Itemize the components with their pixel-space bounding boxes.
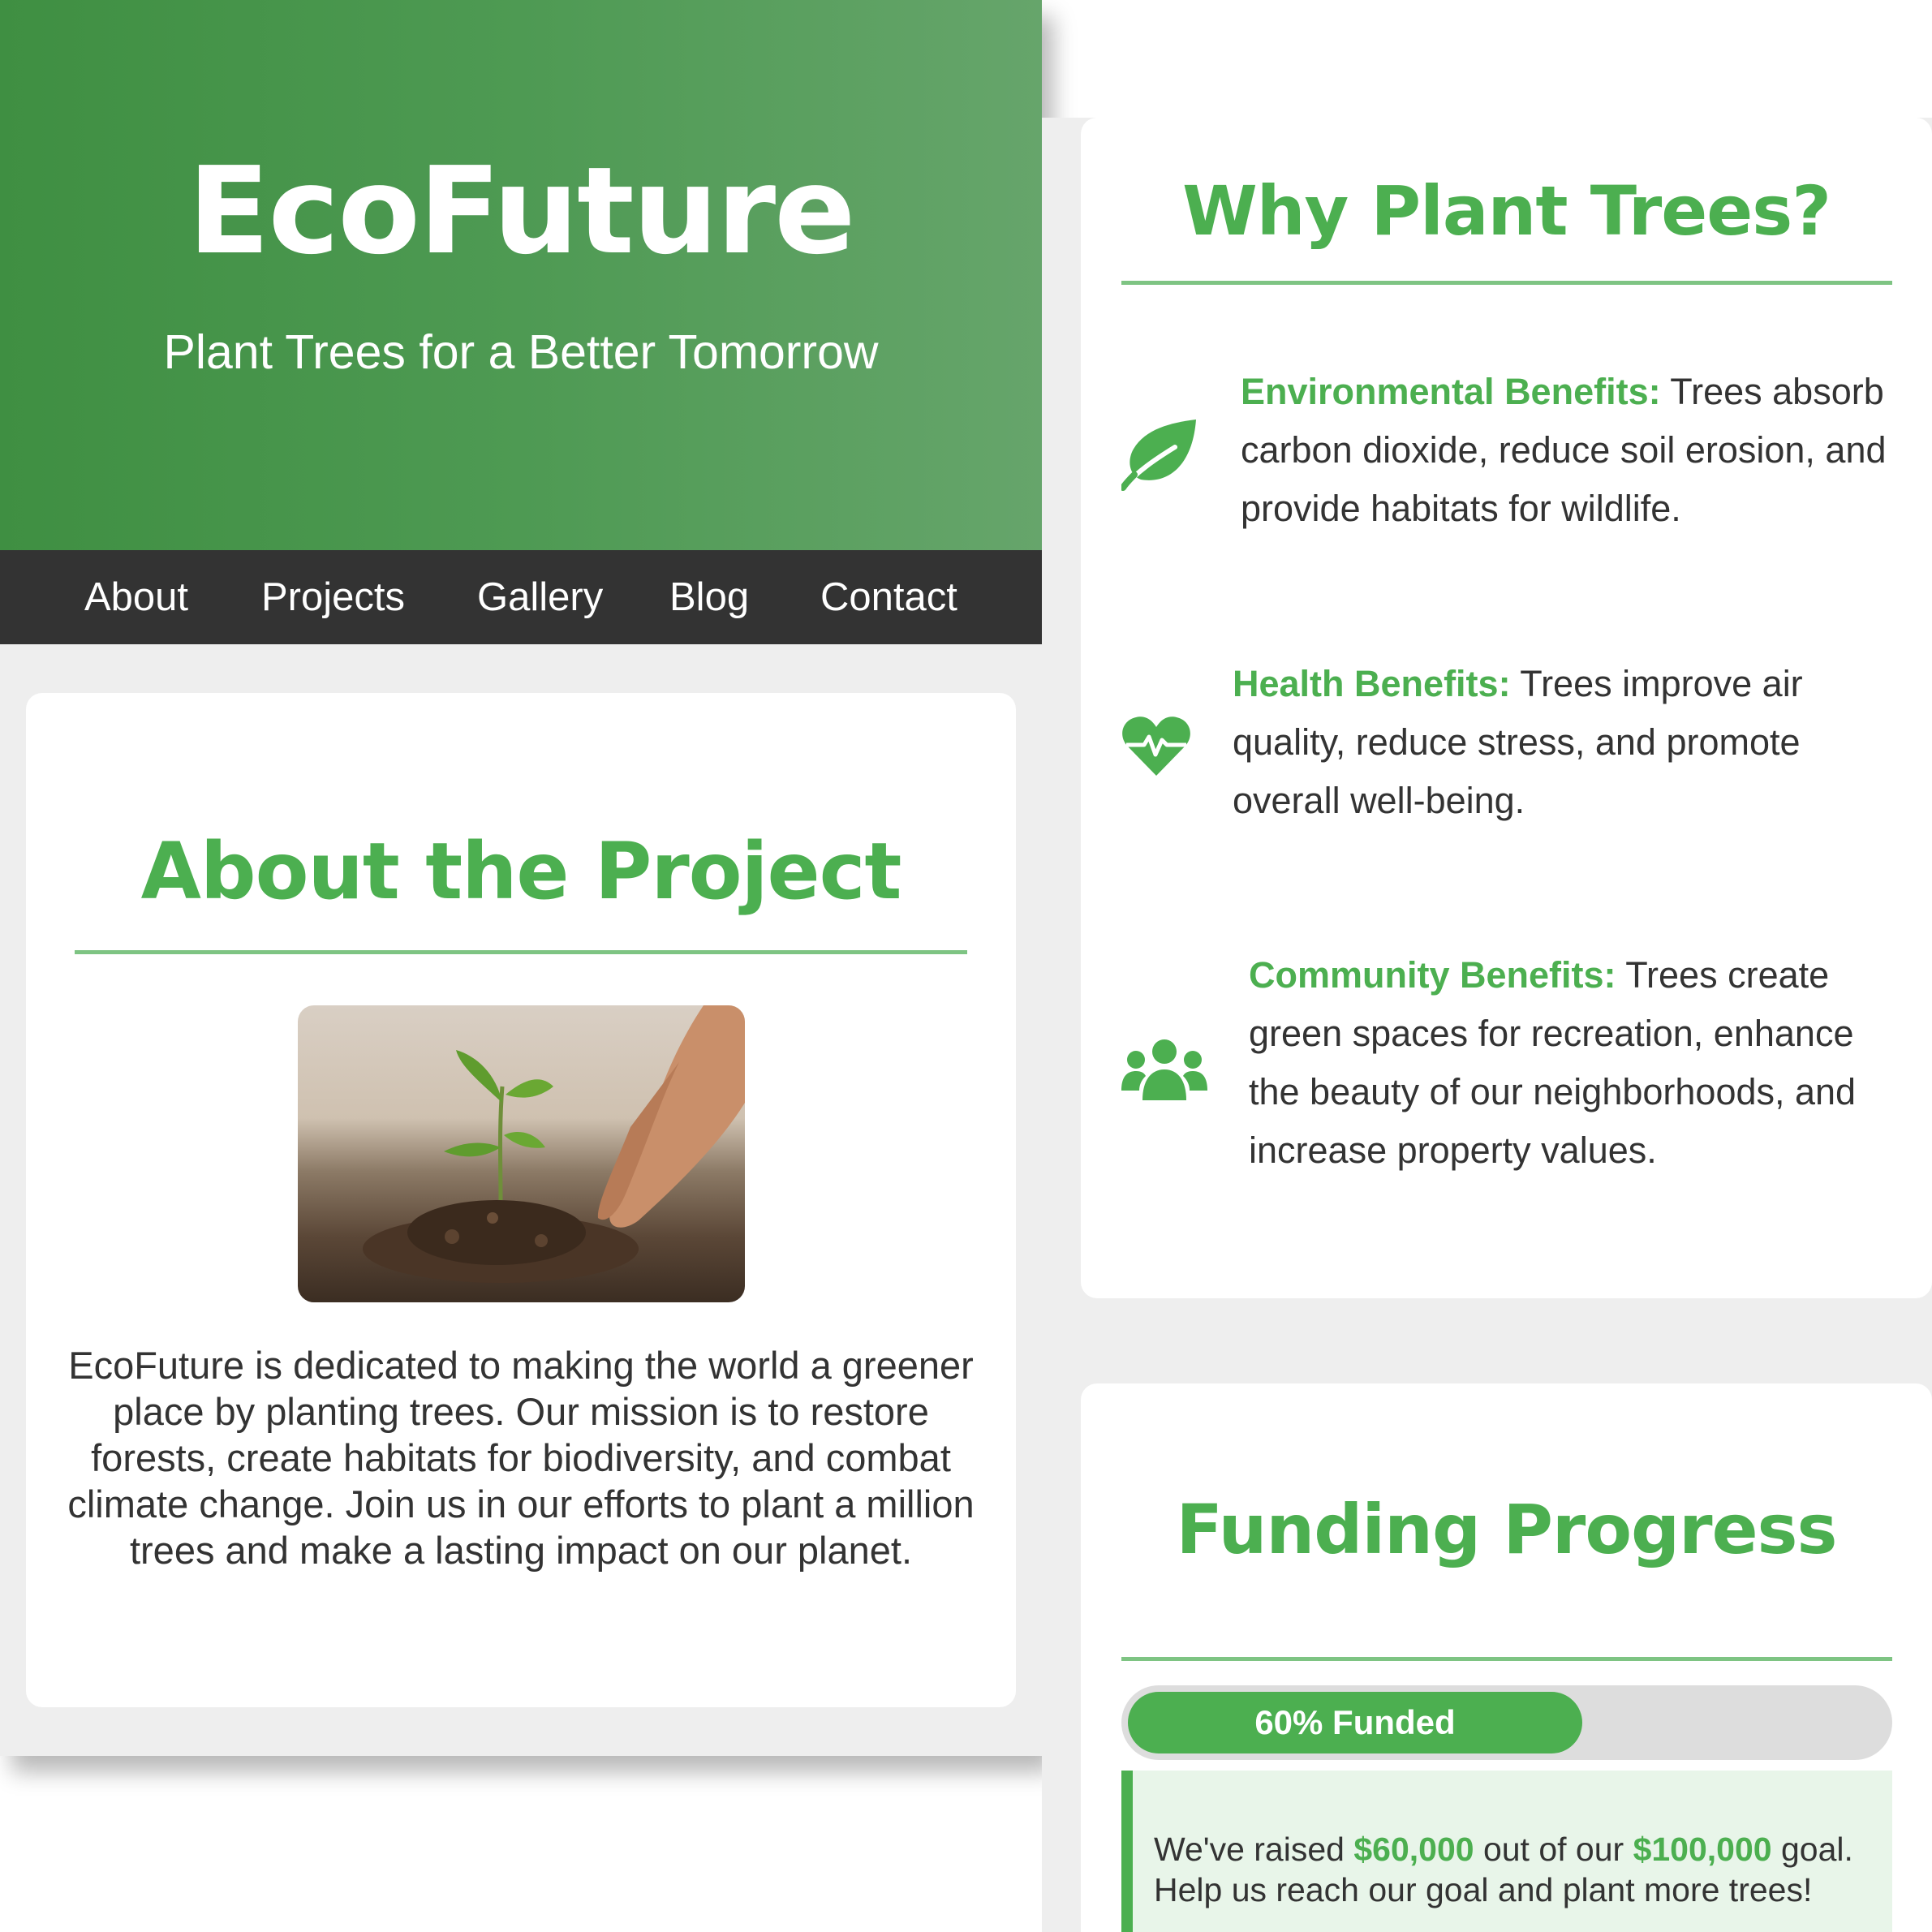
funding-progress-fill: 60% Funded xyxy=(1128,1692,1582,1753)
left-column: EcoFuture Plant Trees for a Better Tomor… xyxy=(0,0,1042,1756)
nav-link-gallery[interactable]: Gallery xyxy=(477,550,603,644)
funding-note: We've raised $60,000 out of our $100,000… xyxy=(1121,1771,1892,1932)
leaf-icon xyxy=(1120,418,1199,495)
main-nav: About Projects Gallery Blog Contact xyxy=(0,550,1042,644)
funding-progress-card: Funding Progress 60% Funded We've raised… xyxy=(1081,1383,1932,1932)
funding-note-middle: out of our xyxy=(1474,1831,1633,1868)
seedling-photo xyxy=(298,1005,745,1302)
benefit-community: Community Benefits: Trees create green s… xyxy=(1249,946,1914,1180)
funding-note-text: We've raised $60,000 out of our $100,000… xyxy=(1154,1829,1892,1910)
right-column: Why Plant Trees? Environmental Benefits:… xyxy=(1042,118,1932,1932)
about-divider xyxy=(75,950,967,954)
funding-heading: Funding Progress xyxy=(1176,1490,1837,1569)
funding-divider xyxy=(1121,1657,1892,1661)
site-title: EcoFuture xyxy=(187,141,855,281)
funding-note-prefix: We've raised xyxy=(1154,1831,1354,1868)
benefit-health: Health Benefits: Trees improve air quali… xyxy=(1233,655,1906,830)
funding-goal: $100,000 xyxy=(1633,1831,1772,1868)
nav-link-about[interactable]: About xyxy=(84,550,188,644)
hero-header: EcoFuture Plant Trees for a Better Tomor… xyxy=(0,0,1042,550)
benefit-environmental-title: Environmental Benefits: xyxy=(1241,371,1661,412)
users-icon xyxy=(1121,1039,1207,1104)
benefit-health-title: Health Benefits: xyxy=(1233,663,1511,704)
seedling-in-hand-illustration xyxy=(363,1005,745,1283)
site-tagline: Plant Trees for a Better Tomorrow xyxy=(163,325,879,379)
benefit-environmental: Environmental Benefits: Trees absorb car… xyxy=(1241,363,1914,538)
why-divider xyxy=(1121,281,1892,285)
nav-link-blog[interactable]: Blog xyxy=(669,550,749,644)
about-description: EcoFuture is dedicated to making the wor… xyxy=(67,1344,975,1572)
about-card: About the Project EcoFuture is dedicated… xyxy=(26,693,1016,1707)
about-heading: About the Project xyxy=(140,826,902,917)
heartbeat-icon xyxy=(1121,716,1191,781)
funding-progress-bar: 60% Funded xyxy=(1121,1685,1892,1760)
nav-link-projects[interactable]: Projects xyxy=(261,550,405,644)
why-heading: Why Plant Trees? xyxy=(1182,171,1831,251)
benefit-community-title: Community Benefits: xyxy=(1249,954,1616,996)
why-plant-trees-card: Why Plant Trees? Environmental Benefits:… xyxy=(1081,118,1932,1298)
amount-raised: $60,000 xyxy=(1353,1831,1474,1868)
nav-link-contact[interactable]: Contact xyxy=(820,550,957,644)
